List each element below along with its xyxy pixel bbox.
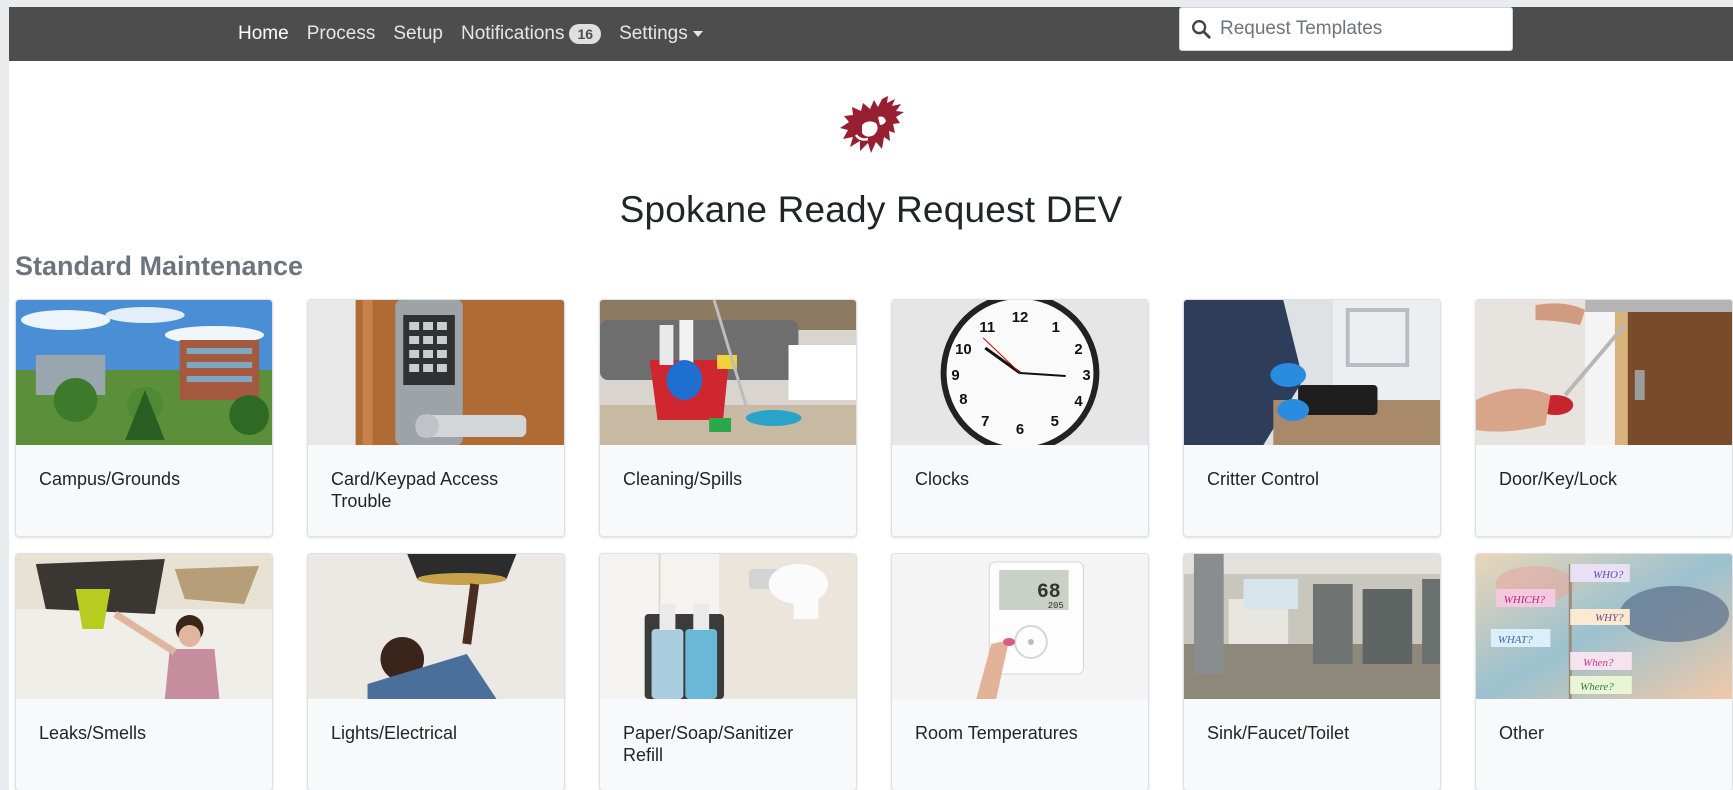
svg-text:10: 10 bbox=[955, 341, 972, 358]
svg-text:2: 2 bbox=[1074, 341, 1082, 358]
wall-clock-photo: 12 1 2 3 4 5 6 7 8 9 10 11 bbox=[892, 300, 1148, 445]
card-campus-grounds[interactable]: Campus/Grounds bbox=[15, 299, 273, 537]
card-lights-electrical[interactable]: Lights/Electrical bbox=[307, 553, 565, 790]
card-sink-faucet-toilet[interactable]: Sink/Faucet/Toilet bbox=[1183, 553, 1441, 790]
card-label: Sink/Faucet/Toilet bbox=[1207, 723, 1350, 743]
wsu-cougar-logo bbox=[840, 96, 904, 153]
card-critter-control[interactable]: Critter Control bbox=[1183, 299, 1441, 537]
svg-text:1: 1 bbox=[1052, 319, 1060, 336]
search-icon bbox=[1192, 20, 1211, 39]
light-fixture-photo bbox=[308, 554, 564, 699]
card-label: Door/Key/Lock bbox=[1499, 469, 1618, 489]
nav-notifications[interactable]: Notifications 16 bbox=[460, 23, 602, 45]
nav-notifications-label: Notifications bbox=[460, 23, 565, 44]
sign-what: WHAT? bbox=[1498, 634, 1533, 646]
card-label: Campus/Grounds bbox=[39, 469, 181, 489]
card-label: Card/Keypad Access Trouble bbox=[331, 469, 499, 511]
thermostat-sub-reading: 205 bbox=[1048, 601, 1064, 611]
svg-text:11: 11 bbox=[979, 319, 995, 336]
soap-dispenser-photo bbox=[600, 554, 856, 699]
card-leaks-smells[interactable]: Leaks/Smells bbox=[15, 553, 273, 790]
sign-why: WHY? bbox=[1595, 612, 1624, 624]
svg-text:8: 8 bbox=[959, 391, 967, 408]
card-room-temperatures[interactable]: 68 205 Room Temperatures bbox=[891, 553, 1149, 790]
svg-text:5: 5 bbox=[1051, 413, 1059, 430]
card-label: Other bbox=[1499, 723, 1545, 743]
sign-when: When? bbox=[1583, 657, 1614, 669]
sign-where: Where? bbox=[1580, 681, 1614, 693]
card-keypad-access[interactable]: Card/Keypad Access Trouble bbox=[307, 299, 565, 537]
section-title: Standard Maintenance bbox=[15, 251, 304, 281]
card-label: Cleaning/Spills bbox=[623, 469, 743, 489]
top-navbar: Home Process Setup Notifications 16 Sett… bbox=[9, 7, 1733, 61]
app-frame: Home Process Setup Notifications 16 Sett… bbox=[9, 7, 1733, 790]
card-other[interactable]: WHO? WHICH? WHY? WHAT? When? Where? Othe… bbox=[1475, 553, 1733, 790]
template-grid: Campus/Grounds Card/Keypad Access Troubl… bbox=[15, 299, 1733, 790]
sign-who: WHO? bbox=[1593, 569, 1624, 581]
svg-text:12: 12 bbox=[1012, 309, 1029, 326]
card-label: Lights/Electrical bbox=[331, 723, 458, 743]
keypad-lock-photo bbox=[308, 300, 564, 445]
ceiling-leak-photo bbox=[16, 554, 272, 699]
cleaning-supplies-photo bbox=[600, 300, 856, 445]
nav-setup[interactable]: Setup bbox=[393, 23, 443, 45]
door-lock-repair-photo bbox=[1476, 300, 1732, 445]
pest-trap-photo bbox=[1184, 300, 1440, 445]
svg-text:7: 7 bbox=[981, 413, 989, 430]
card-clocks[interactable]: 12 1 2 3 4 5 6 7 8 9 10 11 Clocks bbox=[891, 299, 1149, 537]
page-title: Spokane Ready Request DEV bbox=[619, 189, 1123, 230]
nav-settings-label: Settings bbox=[619, 23, 688, 44]
card-label: Clocks bbox=[915, 469, 970, 489]
campus-grounds-photo bbox=[16, 300, 272, 445]
svg-text:4: 4 bbox=[1074, 393, 1083, 410]
thermostat-reading: 68 bbox=[1037, 580, 1061, 603]
notification-count-badge: 16 bbox=[569, 24, 602, 44]
svg-text:9: 9 bbox=[951, 367, 959, 384]
nav-links: Home Process Setup Notifications 16 Sett… bbox=[238, 7, 703, 61]
nav-process[interactable]: Process bbox=[307, 23, 376, 45]
question-signs-photo: WHO? WHICH? WHY? WHAT? When? Where? bbox=[1476, 554, 1732, 699]
card-label: Leaks/Smells bbox=[39, 723, 147, 743]
search-box bbox=[1179, 7, 1513, 51]
card-label: Room Temperatures bbox=[915, 723, 1078, 743]
nav-settings-dropdown[interactable]: Settings bbox=[619, 23, 703, 45]
thermostat-photo: 68 205 bbox=[892, 554, 1148, 699]
restroom-photo bbox=[1184, 554, 1440, 699]
nav-home[interactable]: Home bbox=[238, 23, 289, 45]
sign-which: WHICH? bbox=[1504, 594, 1546, 606]
svg-text:6: 6 bbox=[1016, 421, 1024, 438]
card-paper-soap-refill[interactable]: Paper/Soap/Sanitizer Refill bbox=[599, 553, 857, 790]
card-label: Critter Control bbox=[1207, 469, 1320, 489]
card-label: Paper/Soap/Sanitizer Refill bbox=[623, 723, 794, 765]
search-input[interactable] bbox=[1220, 18, 1500, 40]
svg-text:3: 3 bbox=[1082, 367, 1090, 384]
card-door-key-lock[interactable]: Door/Key/Lock bbox=[1475, 299, 1733, 537]
card-cleaning-spills[interactable]: Cleaning/Spills bbox=[599, 299, 857, 537]
caret-down-icon bbox=[692, 31, 703, 37]
